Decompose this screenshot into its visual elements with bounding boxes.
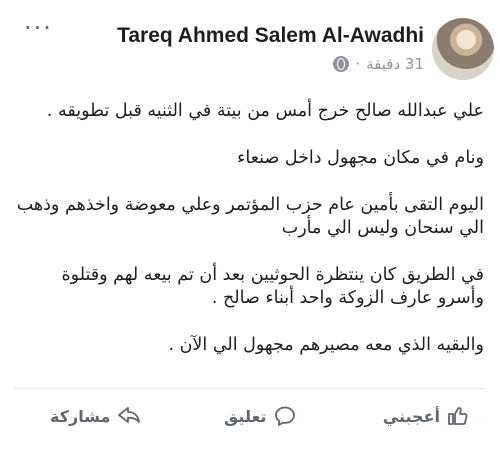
author-name[interactable]: Tareq Ahmed Salem Al-Awadhi — [117, 24, 424, 48]
post-paragraph: ونام في مكان مجهول داخل صنعاء — [237, 148, 484, 168]
timestamp[interactable]: 31 دقيقة — [366, 55, 424, 73]
comment-label: تعليق — [224, 406, 267, 426]
post-paragraph: اليوم التقى بأمين عام حزب المؤتمر وعلي م… — [16, 195, 484, 238]
avatar[interactable] — [432, 18, 494, 80]
action-divider — [14, 388, 486, 389]
comment-bubble-icon — [273, 404, 297, 428]
post-header: ··· Tareq Ahmed Salem Al-Awadhi 31 دقيقة… — [0, 0, 500, 84]
like-button[interactable]: أعجبني — [377, 396, 470, 436]
comment-button[interactable]: تعليق — [218, 396, 297, 436]
post-meta: 31 دقيقة · — [333, 55, 424, 73]
share-arrow-icon — [116, 404, 142, 428]
post-paragraph: علي عبدالله صالح خرج أمس من بيتة في الثن… — [46, 101, 484, 121]
share-button[interactable]: مشاركة — [44, 396, 142, 436]
more-options-button[interactable]: ··· — [24, 16, 53, 40]
post-paragraph: في الطريق كان ينتظرة الحوثيين بعد أن تم … — [61, 265, 484, 308]
thumbs-up-icon — [446, 404, 470, 428]
like-label: أعجبني — [382, 406, 440, 426]
globe-icon[interactable] — [333, 56, 350, 72]
meta-separator: · — [355, 55, 361, 73]
post-paragraph: والبقيه الذي معه مصيرهم مجهول الي الآن . — [168, 335, 484, 355]
action-bar: أعجبني تعليق مشاركة — [0, 396, 500, 440]
share-label: مشاركة — [50, 406, 111, 426]
post-body: علي عبدالله صالح خرج أمس من بيتة في الثن… — [12, 100, 484, 381]
